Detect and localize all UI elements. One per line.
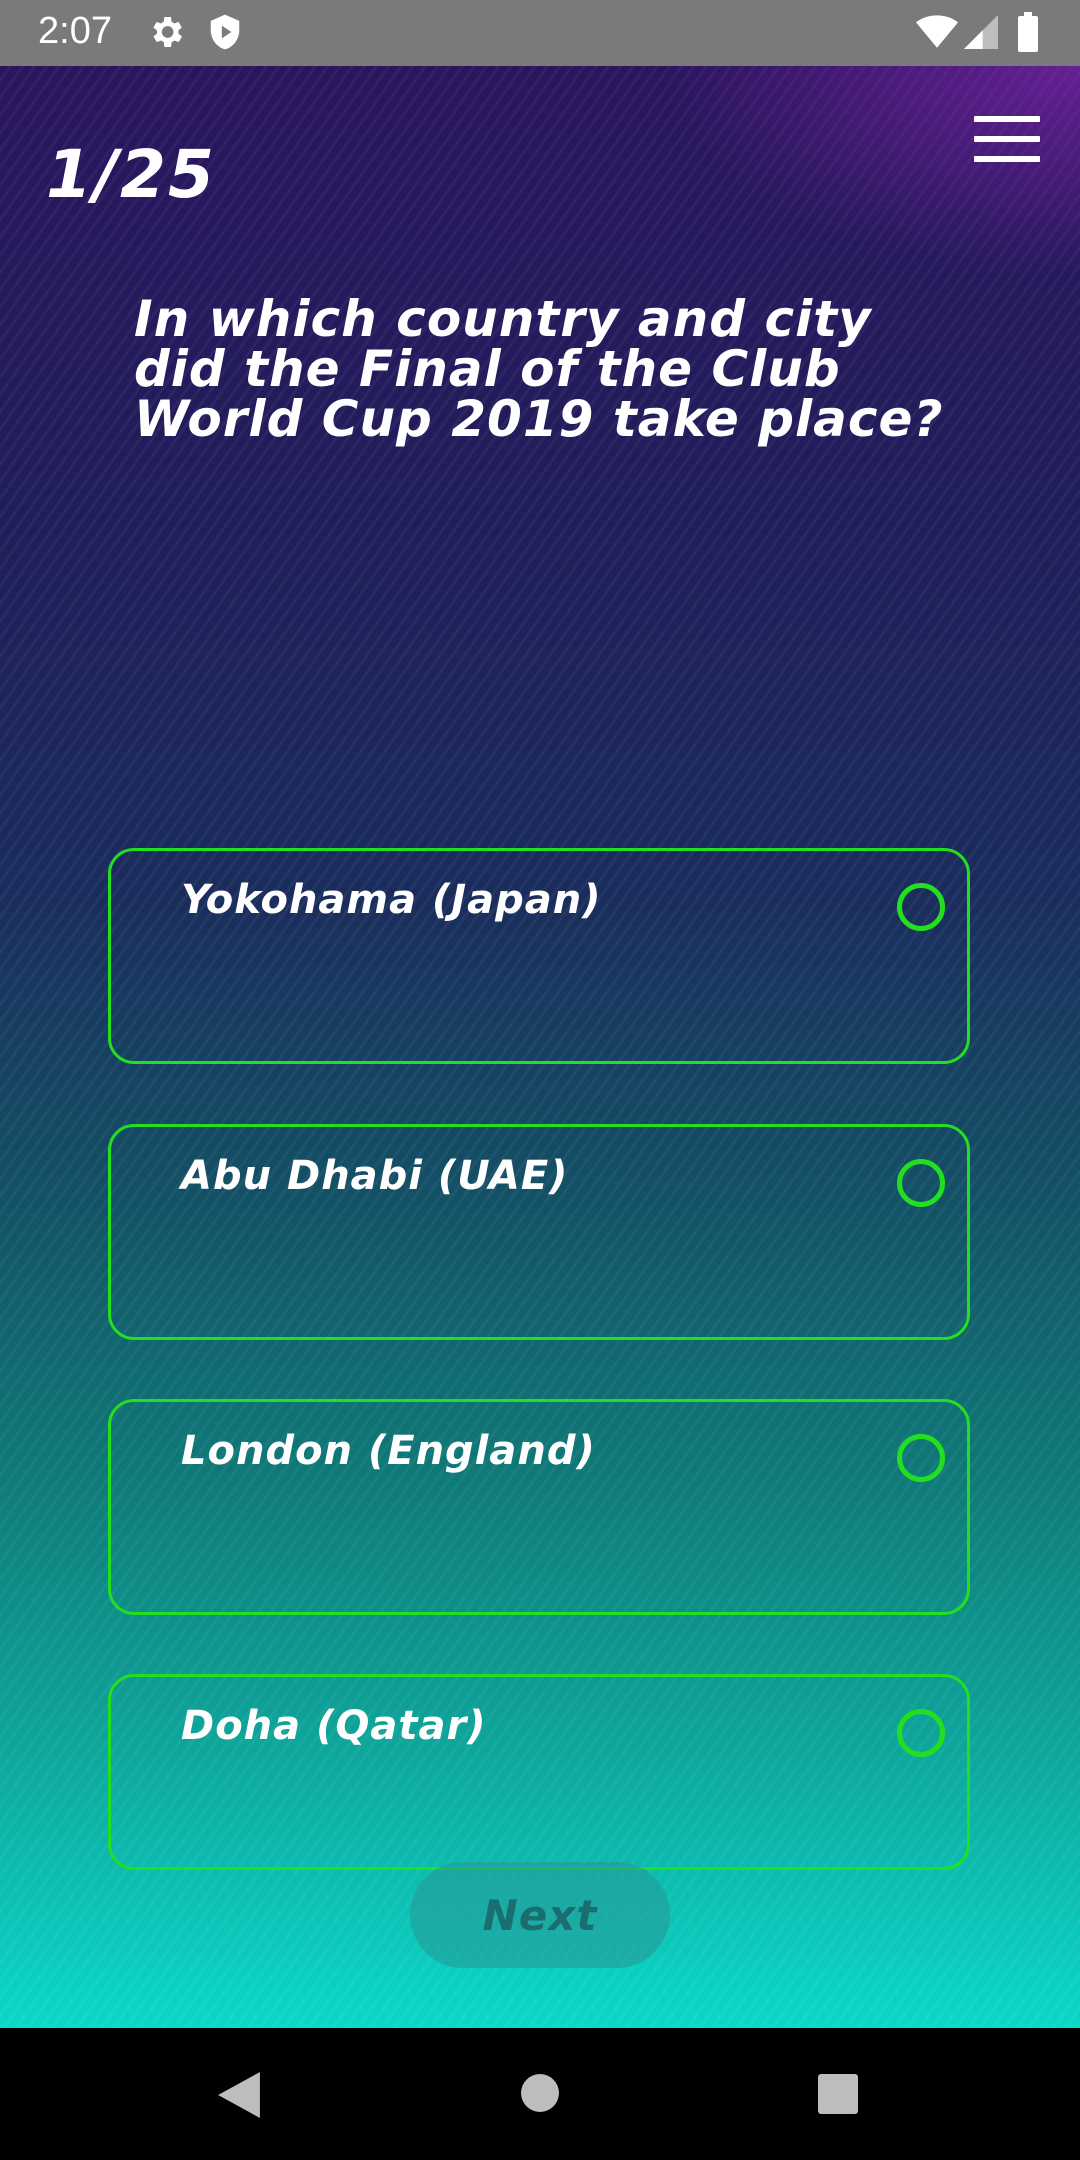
shield-icon	[206, 12, 244, 56]
radio-icon[interactable]	[897, 1709, 945, 1757]
quiz-screen: 1/25 In which country and city did the F…	[0, 66, 1080, 2028]
answer-label: Abu Dhabi (UAE)	[181, 1153, 569, 1199]
answer-label: Yokohama (Japan)	[181, 877, 602, 923]
radio-icon[interactable]	[897, 883, 945, 931]
navigation-bar	[0, 2028, 1080, 2160]
answer-option[interactable]: Yokohama (Japan)	[108, 848, 970, 1064]
answer-option[interactable]: Abu Dhabi (UAE)	[108, 1124, 970, 1340]
recents-icon[interactable]	[818, 2074, 858, 2114]
status-time: 2:07	[38, 10, 112, 52]
answer-label: London (England)	[181, 1428, 596, 1474]
answer-label: Doha (Qatar)	[181, 1703, 487, 1749]
question-counter: 1/25	[46, 136, 216, 213]
menu-button[interactable]	[974, 116, 1040, 166]
battery-icon	[1018, 12, 1038, 56]
gear-icon	[146, 12, 186, 56]
status-bar: 2:07	[0, 0, 1080, 66]
back-icon[interactable]	[218, 2072, 260, 2122]
answer-option[interactable]: London (England)	[108, 1399, 970, 1615]
menu-icon-bar	[974, 156, 1040, 162]
next-button[interactable]: Next	[410, 1862, 670, 1968]
question-text: In which country and city did the Final …	[134, 290, 944, 448]
wifi-icon	[916, 14, 958, 54]
radio-icon[interactable]	[897, 1434, 945, 1482]
answer-option[interactable]: Doha (Qatar)	[108, 1674, 970, 1870]
radio-icon[interactable]	[897, 1159, 945, 1207]
menu-icon-bar	[974, 136, 1040, 142]
menu-icon-bar	[974, 116, 1040, 122]
home-icon[interactable]	[521, 2074, 559, 2112]
signal-icon	[964, 14, 998, 54]
